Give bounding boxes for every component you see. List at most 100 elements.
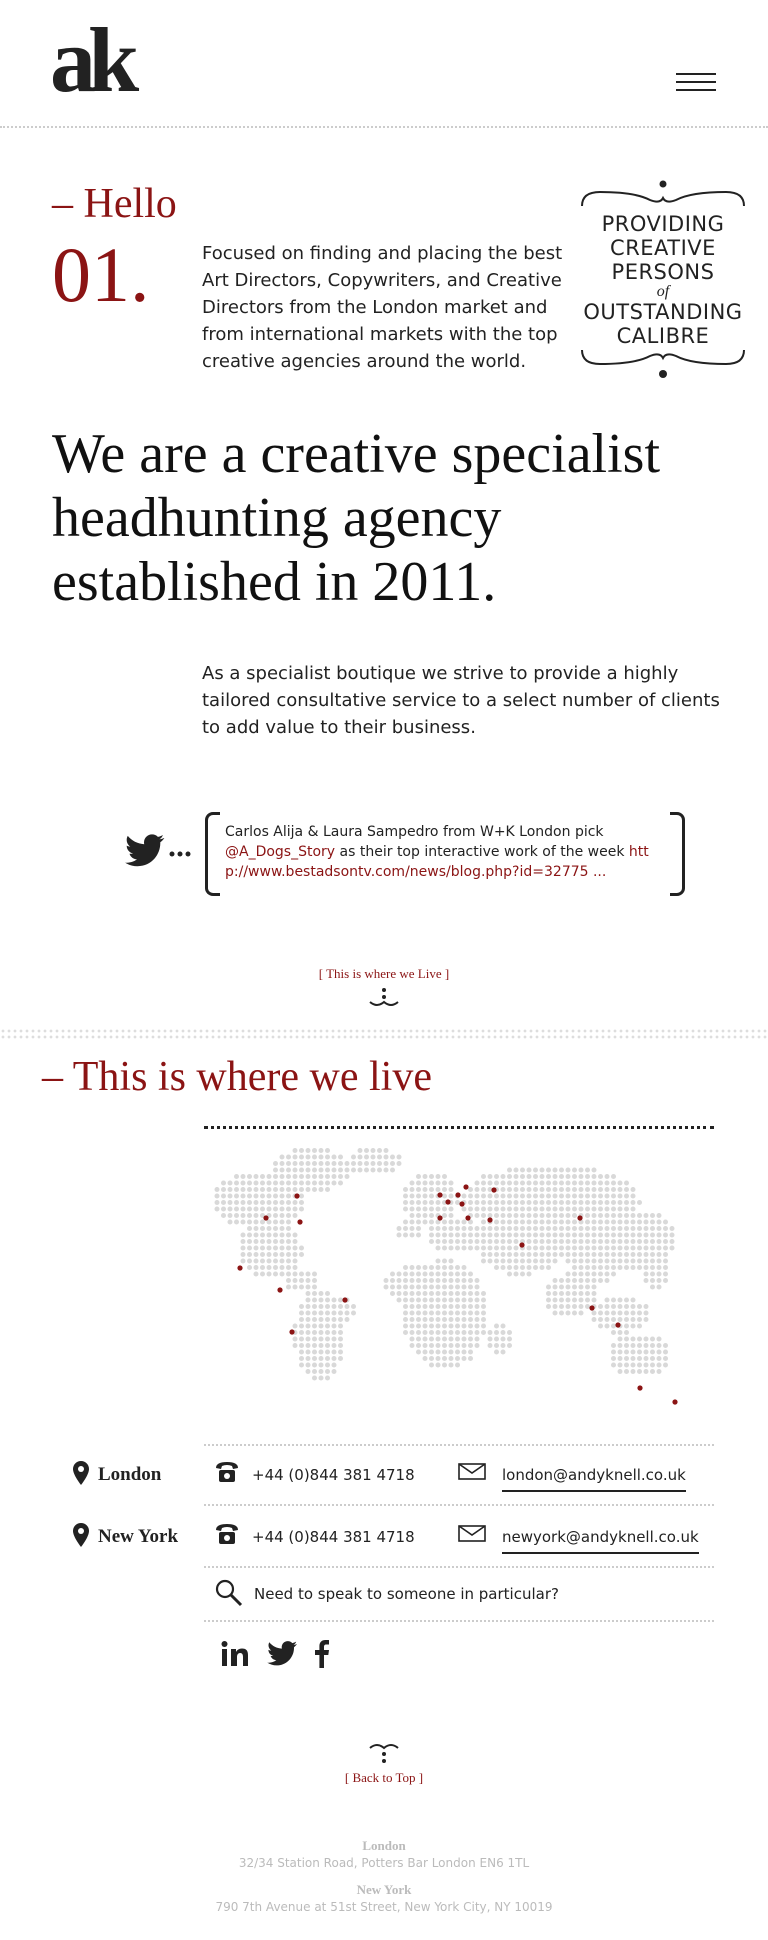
map-dot xyxy=(591,1239,597,1244)
map-dot xyxy=(247,1193,252,1199)
map-dot xyxy=(539,1213,545,1218)
map-dot xyxy=(630,1336,636,1342)
map-dot xyxy=(305,1148,311,1153)
map-dot xyxy=(292,1343,298,1348)
intro-text: Focused on finding and placing the best … xyxy=(202,243,563,372)
map-dot xyxy=(468,1343,473,1348)
map-dot xyxy=(318,1291,324,1296)
map-dot xyxy=(578,1304,584,1309)
map-dot xyxy=(591,1317,597,1322)
map-dot xyxy=(260,1206,265,1212)
map-marker xyxy=(263,1215,269,1221)
office-phone[interactable]: +44 (0)844 381 4718 xyxy=(252,1466,415,1484)
map-marker xyxy=(589,1305,595,1311)
map-dot xyxy=(585,1206,590,1212)
map-dot xyxy=(481,1291,486,1296)
map-dot xyxy=(481,1323,486,1329)
map-dot xyxy=(539,1180,545,1186)
linkedin-icon[interactable] xyxy=(220,1640,250,1672)
map-dot xyxy=(331,1323,337,1329)
map-dot xyxy=(422,1284,428,1290)
map-dot xyxy=(617,1239,623,1244)
hamburger-menu-button[interactable] xyxy=(676,73,716,95)
map-marker xyxy=(615,1322,621,1328)
map-dot xyxy=(455,1265,460,1270)
map-dot xyxy=(442,1265,447,1270)
map-dot xyxy=(299,1278,304,1283)
map-dot xyxy=(565,1226,571,1231)
map-dot xyxy=(312,1284,317,1290)
map-dot xyxy=(292,1239,298,1244)
map-dot xyxy=(422,1317,428,1322)
map-dot xyxy=(507,1200,512,1205)
map-dot xyxy=(585,1232,590,1238)
map-dot xyxy=(526,1206,532,1212)
map-dot xyxy=(279,1193,285,1199)
tweet-handle-link[interactable]: @A_Dogs_Story xyxy=(225,844,335,860)
map-dot xyxy=(474,1200,480,1205)
map-dot xyxy=(565,1297,571,1303)
map-dot xyxy=(286,1161,291,1166)
map-dot xyxy=(455,1232,460,1238)
map-dot xyxy=(279,1232,285,1238)
map-dot xyxy=(318,1369,324,1374)
map-dot xyxy=(500,1206,506,1212)
envelope-icon xyxy=(458,1524,486,1548)
map-dot xyxy=(617,1258,623,1264)
map-dot xyxy=(630,1310,636,1316)
map-dot xyxy=(591,1200,597,1205)
map-dot xyxy=(520,1187,525,1192)
office-email-link[interactable]: newyork@andyknell.co.uk xyxy=(502,1528,699,1554)
map-dot xyxy=(305,1343,311,1348)
map-dot xyxy=(455,1239,460,1244)
twitter-icon[interactable] xyxy=(266,1640,298,1672)
map-dot xyxy=(481,1304,486,1309)
map-dot xyxy=(656,1278,662,1283)
map-dot xyxy=(383,1167,389,1173)
map-dot xyxy=(429,1206,434,1212)
map-dot xyxy=(578,1232,584,1238)
logo[interactable]: ak xyxy=(50,14,139,106)
map-dot xyxy=(520,1193,525,1199)
map-dot xyxy=(611,1219,616,1225)
map-dot xyxy=(247,1239,252,1244)
map-dot xyxy=(325,1343,330,1348)
map-dot xyxy=(247,1252,252,1257)
office-phone[interactable]: +44 (0)844 381 4718 xyxy=(252,1528,415,1546)
map-dot xyxy=(409,1278,415,1283)
map-dot xyxy=(286,1180,291,1186)
map-dot xyxy=(383,1284,389,1290)
map-dot xyxy=(598,1193,603,1199)
speak-link[interactable]: Need to speak to someone in particular? xyxy=(254,1585,559,1603)
map-dot xyxy=(585,1252,590,1257)
map-dot xyxy=(552,1297,558,1303)
twitter-icon[interactable] xyxy=(122,830,192,876)
map-dot xyxy=(611,1258,616,1264)
footer-address-line: 32/34 Station Road, Potters Bar London E… xyxy=(238,1856,530,1870)
map-dot xyxy=(520,1174,525,1179)
map-dot xyxy=(611,1356,616,1361)
map-dot xyxy=(604,1310,610,1316)
map-dot xyxy=(448,1239,454,1244)
where-we-live-link[interactable]: [ This is where we Live ] xyxy=(0,966,768,1016)
map-dot xyxy=(552,1310,558,1316)
map-dot xyxy=(299,1356,304,1361)
map-dot xyxy=(520,1200,525,1205)
map-dot xyxy=(552,1167,558,1173)
map-dot xyxy=(403,1206,408,1212)
facebook-icon[interactable] xyxy=(312,1638,330,1672)
map-dot xyxy=(565,1304,571,1309)
phone-icon xyxy=(214,1460,240,1488)
map-dot xyxy=(630,1304,636,1309)
map-dot xyxy=(500,1258,506,1264)
map-dot xyxy=(435,1349,441,1355)
map-dot xyxy=(429,1187,434,1192)
map-dot xyxy=(448,1356,454,1361)
map-dot xyxy=(247,1187,252,1192)
office-email-link[interactable]: london@andyknell.co.uk xyxy=(502,1466,686,1492)
map-dot xyxy=(650,1356,655,1361)
map-dot xyxy=(260,1252,265,1257)
back-to-top-link[interactable]: [ Back to Top ] xyxy=(0,1740,768,1786)
map-dot xyxy=(611,1232,616,1238)
map-dot xyxy=(383,1278,389,1283)
